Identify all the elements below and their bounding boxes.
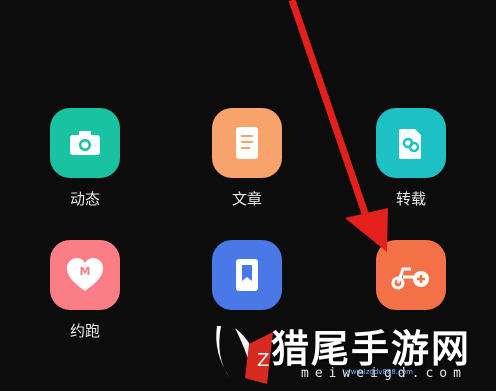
watermark-small-url: www.lzgdv888.com (345, 368, 413, 376)
app-run-label: 约跑 (69, 322, 100, 340)
document-icon (232, 125, 262, 161)
app-article-tile[interactable] (212, 108, 282, 178)
app-article-label: 文章 (231, 190, 262, 208)
app-run-tile[interactable]: M (50, 240, 120, 310)
camera-icon (67, 127, 103, 159)
app-repost-tile[interactable] (376, 108, 446, 178)
heart-m-icon: M (65, 257, 105, 293)
svg-text:Z: Z (257, 350, 269, 371)
app-bookmark-tile[interactable] (212, 240, 282, 310)
link-document-icon (396, 125, 426, 161)
app-moments-tile[interactable] (50, 108, 120, 178)
app-repost-label: 转载 (395, 190, 426, 208)
scooter-plus-icon (389, 257, 433, 293)
app-moments-label: 动态 (69, 190, 100, 208)
svg-text:M: M (80, 265, 91, 278)
watermark-text: 猎尾手游网 (271, 326, 472, 371)
bookmark-icon (232, 257, 262, 293)
watermark-logo-icon: Z (205, 318, 275, 391)
app-ride-tile[interactable] (376, 240, 446, 310)
watermark: Z 猎尾手游网 meiweigd.com www.lzgdv888.com (205, 318, 496, 387)
